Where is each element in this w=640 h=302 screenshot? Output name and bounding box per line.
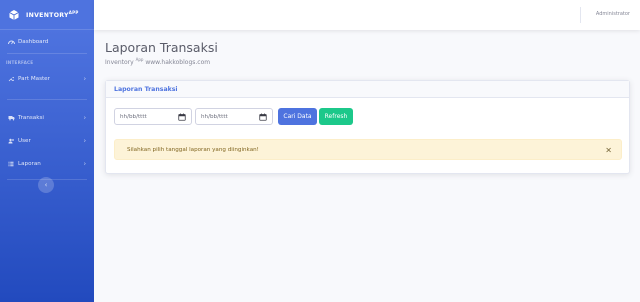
sidebar-item-label: Dashboard [18, 39, 49, 45]
sidebar-item-label: Laporan [18, 161, 41, 167]
report-card: Laporan Transaksi hh/bb/tttt hh/bb/tttt … [105, 80, 630, 174]
wrench-icon [6, 76, 16, 82]
brand-name: INVENTORYAPP [26, 9, 79, 20]
sidebar: INVENTORYAPP Dashboard INTERFACE Part Ma… [0, 0, 94, 302]
sidebar-heading: INTERFACE [6, 60, 34, 65]
chevron-right-icon: › [83, 160, 86, 168]
refresh-button[interactable]: Refresh [319, 108, 353, 125]
sidebar-toggle-button[interactable]: ‹ [38, 177, 54, 193]
sidebar-item-laporan[interactable]: Laporan › [0, 153, 94, 175]
user-menu[interactable]: Administrator [596, 11, 630, 17]
close-icon[interactable]: × [605, 145, 612, 154]
sidebar-item-label: Transaksi [18, 115, 44, 121]
chevron-right-icon: › [83, 137, 86, 145]
date-from-input[interactable]: hh/bb/tttt [114, 108, 192, 125]
chevron-left-icon: ‹ [44, 181, 48, 189]
sidebar-item-transaksi[interactable]: Transaksi › [0, 107, 94, 129]
chevron-right-icon: › [83, 114, 86, 122]
page-subtitle: Inventory App www.hakkoblogs.com [105, 57, 211, 66]
chevron-right-icon: › [83, 75, 86, 83]
card-header: Laporan Transaksi [106, 81, 629, 98]
sidebar-item-label: User [18, 138, 31, 144]
page-title: Laporan Transaksi [105, 40, 218, 55]
users-icon [6, 138, 16, 144]
topbar-divider [580, 7, 581, 23]
warning-alert: Silahkan pilih tanggal laporan yang diin… [114, 139, 622, 160]
date-to-input[interactable]: hh/bb/tttt [195, 108, 273, 125]
sidebar-divider [7, 99, 87, 100]
box-icon [7, 8, 20, 21]
sidebar-item-label: Part Master [18, 76, 50, 82]
alert-text: Silahkan pilih tanggal laporan yang diin… [127, 146, 259, 153]
date-placeholder: hh/bb/tttt [120, 113, 147, 120]
brand[interactable]: INVENTORYAPP [0, 0, 94, 30]
calendar-icon[interactable] [259, 113, 267, 121]
sidebar-item-user[interactable]: User › [0, 130, 94, 152]
sidebar-item-part-master[interactable]: Part Master › [0, 68, 94, 90]
calendar-icon[interactable] [178, 113, 186, 121]
truck-icon [6, 115, 16, 121]
dashboard-icon [6, 39, 16, 45]
sidebar-item-dashboard[interactable]: Dashboard [0, 31, 94, 53]
topbar: Administrator [94, 0, 640, 30]
date-placeholder: hh/bb/tttt [201, 113, 228, 120]
list-icon [6, 161, 16, 167]
search-button[interactable]: Cari Data [278, 108, 317, 125]
